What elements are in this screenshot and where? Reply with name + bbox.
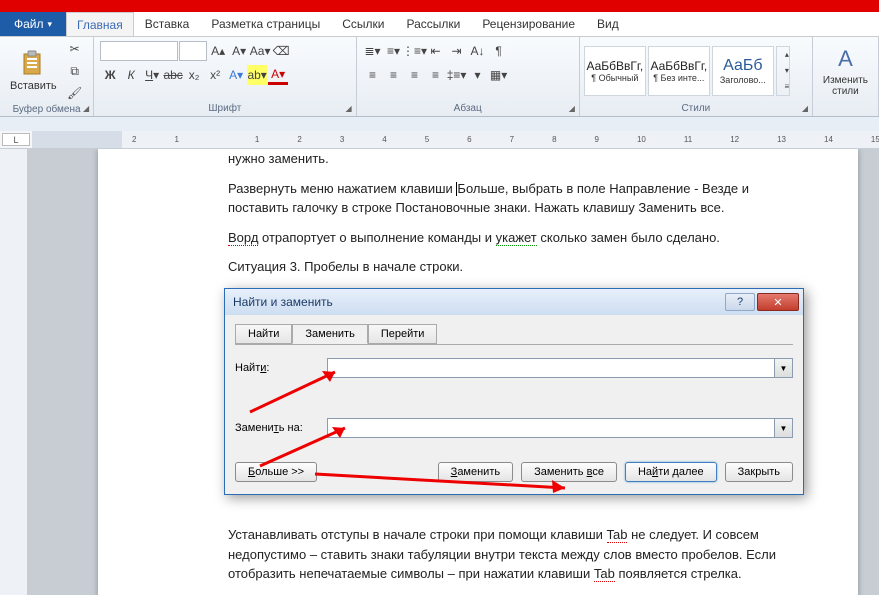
find-input[interactable] [327,358,775,378]
doc-text: Ситуация 3. Пробелы в начале строки. [228,257,798,277]
styles-scroll-up[interactable]: ▴ [777,47,797,63]
ribbon-tabs-row: Файл Главная Вставка Разметка страницы С… [0,12,879,37]
superscript-button[interactable]: x² [205,65,225,85]
clear-formatting-button[interactable]: ⌫ [271,41,291,61]
more-options-button[interactable]: Больше >> [235,462,317,482]
clipboard-expand-icon[interactable]: ◢ [81,104,91,114]
tab-insert[interactable]: Вставка [134,12,201,36]
styles-expand-icon[interactable]: ◢ [800,104,810,114]
paste-button[interactable]: Вставить [4,48,63,94]
decrease-indent-button[interactable]: ⇤ [426,41,446,61]
cut-button[interactable]: ✂ [65,39,85,59]
justify-button[interactable]: ≡ [426,65,446,85]
dialog-titlebar[interactable]: Найти и заменить ? ✕ [225,289,803,315]
tab-view[interactable]: Вид [586,12,630,36]
change-styles-icon: A [831,45,859,73]
font-name-combo[interactable] [100,41,178,61]
style-preview: АаБбВвГг, [650,59,707,73]
shrink-font-button[interactable]: A▾ [229,41,249,61]
horizontal-ruler-row: L 211234567891011121314151617 [0,131,879,149]
dialog-title-text: Найти и заменить [233,295,333,309]
find-history-dropdown[interactable]: ▼ [775,358,793,378]
tab-selector[interactable]: L [2,133,30,146]
change-styles-label: Изменить стили [823,75,868,97]
bullets-button[interactable]: ≣▾ [363,41,383,61]
change-styles-button[interactable]: A Изменить стили [817,43,874,99]
style-normal[interactable]: АаБбВвГг, ¶ Обычный [584,46,646,96]
horizontal-ruler[interactable]: 211234567891011121314151617 [32,131,879,148]
vertical-ruler[interactable] [0,149,28,595]
tab-references[interactable]: Ссылки [331,12,395,36]
subscript-button[interactable]: x₂ [184,65,204,85]
replace-history-dropdown[interactable]: ▼ [775,418,793,438]
align-left-button[interactable]: ≡ [363,65,383,85]
italic-button[interactable]: К [121,65,141,85]
tab-page-layout[interactable]: Разметка страницы [200,12,331,36]
dialog-close-button[interactable]: ✕ [757,293,799,311]
font-group-label: Шрифт [98,102,351,116]
paste-icon [19,50,47,78]
line-spacing-button[interactable]: ‡≡▾ [447,65,467,85]
font-expand-icon[interactable]: ◢ [344,104,354,114]
find-label: Найти: [235,362,327,374]
paste-label: Вставить [10,80,57,92]
replace-one-button[interactable]: Заменить [438,462,513,482]
style-heading1[interactable]: АаБб Заголово... [712,46,774,96]
styles-gallery-button[interactable]: ≡ [777,79,797,95]
tab-mailings[interactable]: Рассылки [395,12,471,36]
style-preview: АаБб [723,57,762,75]
copy-button[interactable]: ⧉ [65,61,85,81]
numbering-button[interactable]: ≡▾ [384,41,404,61]
doc-text: Ворд отрапортует о выполнение команды и … [228,228,798,248]
increase-indent-button[interactable]: ⇥ [447,41,467,61]
bold-button[interactable]: Ж [100,65,120,85]
align-center-button[interactable]: ≡ [384,65,404,85]
clipboard-group-label: Буфер обмена [4,103,89,117]
dialog-tab-goto[interactable]: Перейти [368,324,438,344]
replace-all-button[interactable]: Заменить все [521,462,617,482]
shading-button[interactable]: ▾ [468,65,488,85]
dialog-help-button[interactable]: ? [725,293,755,311]
find-next-button[interactable]: Найти далее [625,462,717,482]
sort-button[interactable]: A↓ [468,41,488,61]
multilevel-list-button[interactable]: ⋮≡▾ [405,41,425,61]
paragraph-expand-icon[interactable]: ◢ [567,104,577,114]
doc-text: Устанавливать отступы в начале строки пр… [228,525,798,584]
change-case-button[interactable]: Aa▾ [250,41,270,61]
show-marks-button[interactable]: ¶ [489,41,509,61]
underline-button[interactable]: Ч▾ [142,65,162,85]
style-name: ¶ Без инте... [653,73,704,83]
font-size-combo[interactable] [179,41,207,61]
dialog-tab-find[interactable]: Найти [235,324,292,344]
style-no-spacing[interactable]: АаБбВвГг, ¶ Без инте... [648,46,710,96]
highlight-button[interactable]: ab▾ [247,65,267,85]
text-effects-button[interactable]: A▾ [226,65,246,85]
find-replace-dialog: Найти и заменить ? ✕ Найти Заменить Пере… [224,288,804,495]
dialog-close-inner-button[interactable]: Закрыть [725,462,793,482]
tab-home[interactable]: Главная [66,12,134,36]
grow-font-button[interactable]: A▴ [208,41,228,61]
doc-text: нужно заменить. [228,149,798,169]
window-titlebar [0,0,879,12]
replace-input[interactable] [327,418,775,438]
paragraph-group-label: Абзац [361,102,575,116]
font-color-button[interactable]: A▾ [268,65,288,85]
styles-scroll-down[interactable]: ▾ [777,63,797,79]
dialog-tab-replace[interactable]: Заменить [292,324,367,344]
style-preview: АаБбВвГг, [586,59,643,73]
style-name: ¶ Обычный [591,73,638,83]
format-painter-button[interactable]: 🖌 [65,83,85,103]
ribbon: Вставить ✂ ⧉ 🖌 Буфер обмена ◢ A▴ A▾ Aa▾ … [0,37,879,117]
quick-status-row [0,117,879,131]
strikethrough-button[interactable]: abc [163,65,183,85]
style-name: Заголово... [720,75,766,85]
replace-label: Заменить на: [235,422,327,434]
tab-review[interactable]: Рецензирование [471,12,586,36]
styles-group-label: Стили [584,102,808,116]
file-menu-button[interactable]: Файл [0,12,66,36]
borders-button[interactable]: ▦▾ [489,65,509,85]
doc-text: Развернуть меню нажатием клавиши Больше,… [228,179,798,218]
align-right-button[interactable]: ≡ [405,65,425,85]
